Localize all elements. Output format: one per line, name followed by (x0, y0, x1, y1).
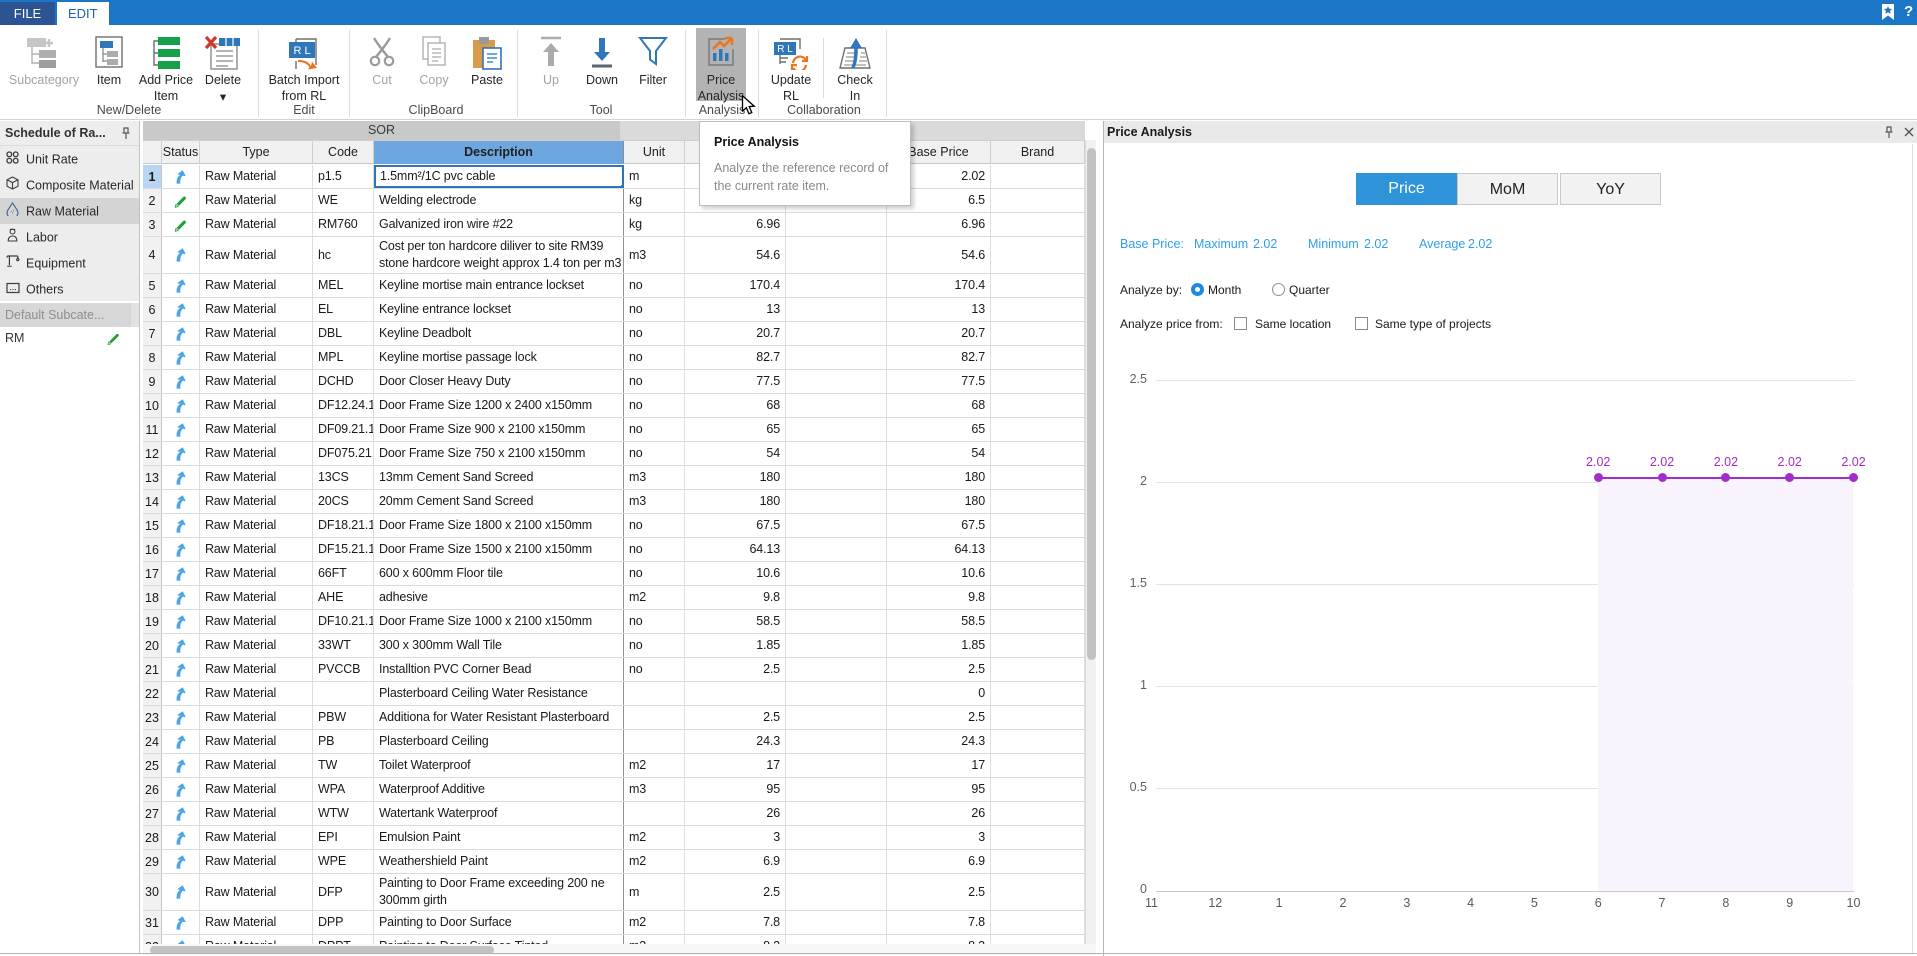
svg-text:R L: R L (293, 45, 310, 57)
svg-text:R L: R L (777, 44, 793, 55)
